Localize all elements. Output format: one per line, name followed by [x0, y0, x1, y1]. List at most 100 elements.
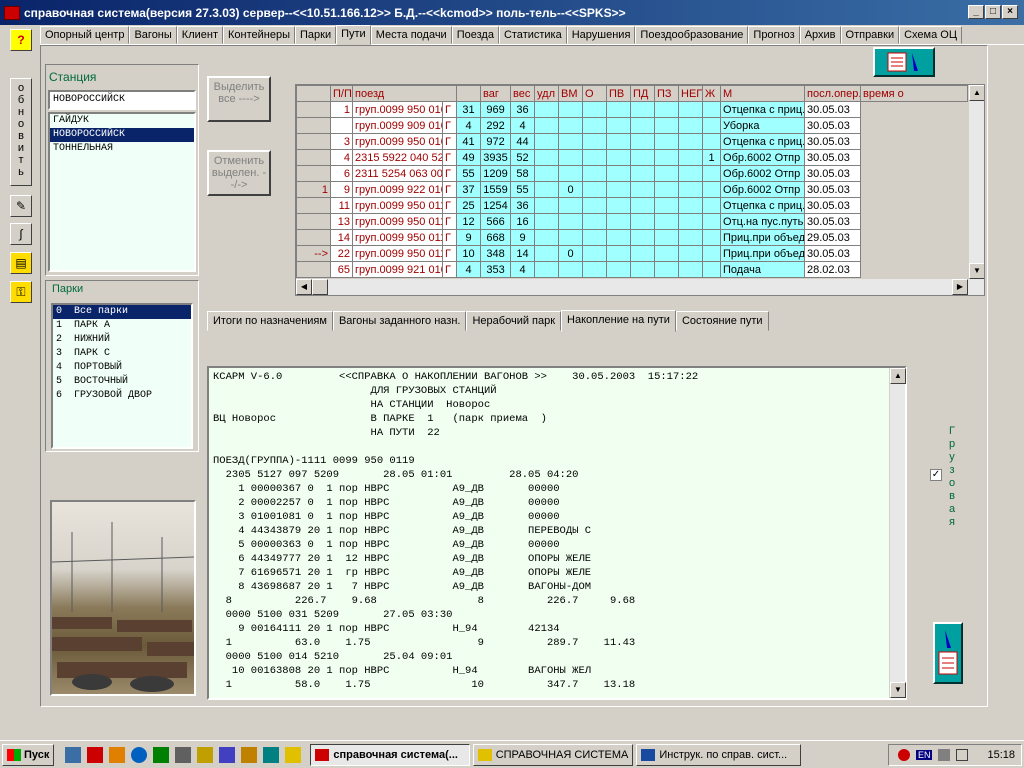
grid-header[interactable]: вес: [510, 85, 536, 102]
report-scroll-up-icon[interactable]: ▲: [890, 368, 906, 384]
length-cell[interactable]: 4: [510, 261, 536, 278]
wagons-cell[interactable]: 31: [456, 101, 482, 118]
scroll-up-icon[interactable]: ▲: [969, 85, 984, 101]
pv-cell[interactable]: [582, 229, 608, 246]
report-button[interactable]: ▤: [10, 252, 32, 274]
last-op-cell[interactable]: Уборка: [720, 117, 806, 134]
length-cell[interactable]: 9: [510, 229, 536, 246]
wagons-cell[interactable]: 10: [456, 245, 482, 262]
m-cell[interactable]: [702, 101, 722, 118]
park-item[interactable]: 2 НИЖНИЙ: [53, 333, 191, 347]
browser-icon[interactable]: [131, 746, 148, 763]
grid-vscroll[interactable]: ▲ ▼: [968, 85, 984, 279]
close-button[interactable]: ×: [1002, 5, 1018, 19]
table-row[interactable]: 13 груп.0099 950 0113 Г 12 566 16 Отц.на пус.п…: [296, 213, 968, 230]
last-op-cell[interactable]: Отцепка с приц.: [720, 101, 806, 118]
tab-5[interactable]: Пути: [336, 25, 371, 45]
pd-cell[interactable]: [606, 261, 632, 278]
wagons-cell[interactable]: 4: [456, 117, 482, 134]
type-cell[interactable]: Г: [441, 261, 458, 278]
subtab-4[interactable]: Состояние пути: [675, 311, 769, 331]
time-cell[interactable]: 30.05.03: [804, 149, 862, 166]
row-number[interactable]: 9: [330, 181, 353, 198]
subtab-3[interactable]: Накопление на пути: [561, 310, 676, 332]
m-cell[interactable]: [702, 117, 722, 134]
neg-cell[interactable]: [654, 117, 680, 134]
last-op-cell[interactable]: Подача: [720, 261, 806, 278]
park-item[interactable]: 5 ВОСТОЧНЫЙ: [53, 375, 191, 389]
row-number[interactable]: 14: [330, 229, 353, 246]
grid-header[interactable]: поезд: [351, 85, 458, 102]
train-cell[interactable]: груп.0099 950 0114: [352, 229, 443, 246]
length-cell[interactable]: 16: [510, 213, 536, 230]
zh-cell[interactable]: [678, 181, 704, 198]
wagons-cell[interactable]: 12: [456, 213, 482, 230]
zh-cell[interactable]: [678, 197, 704, 214]
weight-cell[interactable]: 972: [480, 133, 512, 150]
pz-cell[interactable]: [630, 245, 656, 262]
train-cell[interactable]: груп.0099 922 0104: [352, 181, 443, 198]
neg-cell[interactable]: [654, 245, 680, 262]
o-cell[interactable]: [558, 149, 584, 166]
last-op-cell[interactable]: Отц.на пус.путь: [720, 213, 806, 230]
train-cell[interactable]: груп.0099 950 0119: [352, 245, 443, 262]
taskbar-item-2[interactable]: Инструк. по справ. сист...: [636, 743, 802, 766]
zh-cell[interactable]: [678, 213, 704, 230]
vm-cell[interactable]: [534, 213, 560, 230]
vm-cell[interactable]: [534, 181, 560, 198]
weight-cell[interactable]: 3935: [480, 149, 512, 166]
row-number[interactable]: 13: [330, 213, 353, 230]
o-cell[interactable]: 0: [558, 245, 584, 262]
type-cell[interactable]: Г: [441, 101, 458, 118]
grid-header[interactable]: ваг: [480, 85, 512, 102]
time-cell[interactable]: 30.05.03: [804, 197, 862, 214]
table-row[interactable]: 14 груп.0099 950 0114 Г 9 668 9 Приц.при объед…: [296, 229, 968, 246]
tab-13[interactable]: Отправки: [840, 26, 900, 44]
length-cell[interactable]: 36: [510, 197, 536, 214]
folder-quick-icon[interactable]: [219, 746, 236, 763]
zh-cell[interactable]: [678, 245, 704, 262]
row-number[interactable]: [330, 117, 353, 134]
zh-cell[interactable]: [678, 261, 704, 278]
pz-cell[interactable]: [630, 133, 656, 150]
explorer-icon[interactable]: [285, 746, 302, 763]
table-row[interactable]: 1груп.0099 950 0101Г3196936 Отцепка с при…: [296, 101, 968, 118]
type-cell[interactable]: Г: [441, 117, 458, 134]
m-cell[interactable]: [702, 165, 722, 182]
tab-3[interactable]: Контейнеры: [223, 26, 295, 44]
scroll-right-icon[interactable]: ▶: [952, 279, 968, 295]
taskbar-item-0[interactable]: справочная система(...: [310, 743, 471, 766]
taskbar-item-1[interactable]: СПРАВОЧНАЯ СИСТЕМА: [473, 743, 634, 766]
table-row[interactable]: 19груп.0099 922 0104Г37155955 0 Обр.6002 О…: [296, 181, 968, 198]
zh-cell[interactable]: [678, 133, 704, 150]
pd-cell[interactable]: [606, 165, 632, 182]
grid-header[interactable]: [456, 85, 482, 102]
type-cell[interactable]: Г: [441, 197, 458, 214]
neg-cell[interactable]: [654, 133, 680, 150]
vm-cell[interactable]: [534, 245, 560, 262]
table-row[interactable]: --> 22 груп.0099 950 0119 Г 10 348 14 0 Приц.при…: [296, 245, 968, 262]
table-row[interactable]: 65груп.0099 921 0101Г43534Подача28.02.03: [296, 261, 968, 278]
grid-header[interactable]: Ж: [702, 85, 722, 102]
vm-cell[interactable]: [534, 133, 560, 150]
wagons-cell[interactable]: 4: [456, 261, 482, 278]
gruzovaya-checkbox[interactable]: ✓: [930, 469, 942, 481]
pd-cell[interactable]: [606, 245, 632, 262]
wagons-cell[interactable]: 25: [456, 197, 482, 214]
tab-10[interactable]: Поездообразование: [635, 26, 749, 44]
deselect-button[interactable]: Отменить выделен. --/->: [207, 150, 271, 196]
pd-cell[interactable]: [606, 149, 632, 166]
zh-cell[interactable]: [678, 101, 704, 118]
table-row[interactable]: груп.0099 909 0101Г42924Уборка30.05.03: [296, 117, 968, 134]
wagons-cell[interactable]: 55: [456, 165, 482, 182]
length-cell[interactable]: 44: [510, 133, 536, 150]
media-icon[interactable]: [109, 746, 126, 763]
weight-cell[interactable]: 353: [480, 261, 512, 278]
weight-cell[interactable]: 292: [480, 117, 512, 134]
type-cell[interactable]: Г: [441, 229, 458, 246]
pv-cell[interactable]: [582, 165, 608, 182]
o-cell[interactable]: [558, 133, 584, 150]
pv-cell[interactable]: [582, 133, 608, 150]
line-tool-button[interactable]: ∫: [10, 223, 32, 245]
time-cell[interactable]: 30.05.03: [804, 117, 862, 134]
